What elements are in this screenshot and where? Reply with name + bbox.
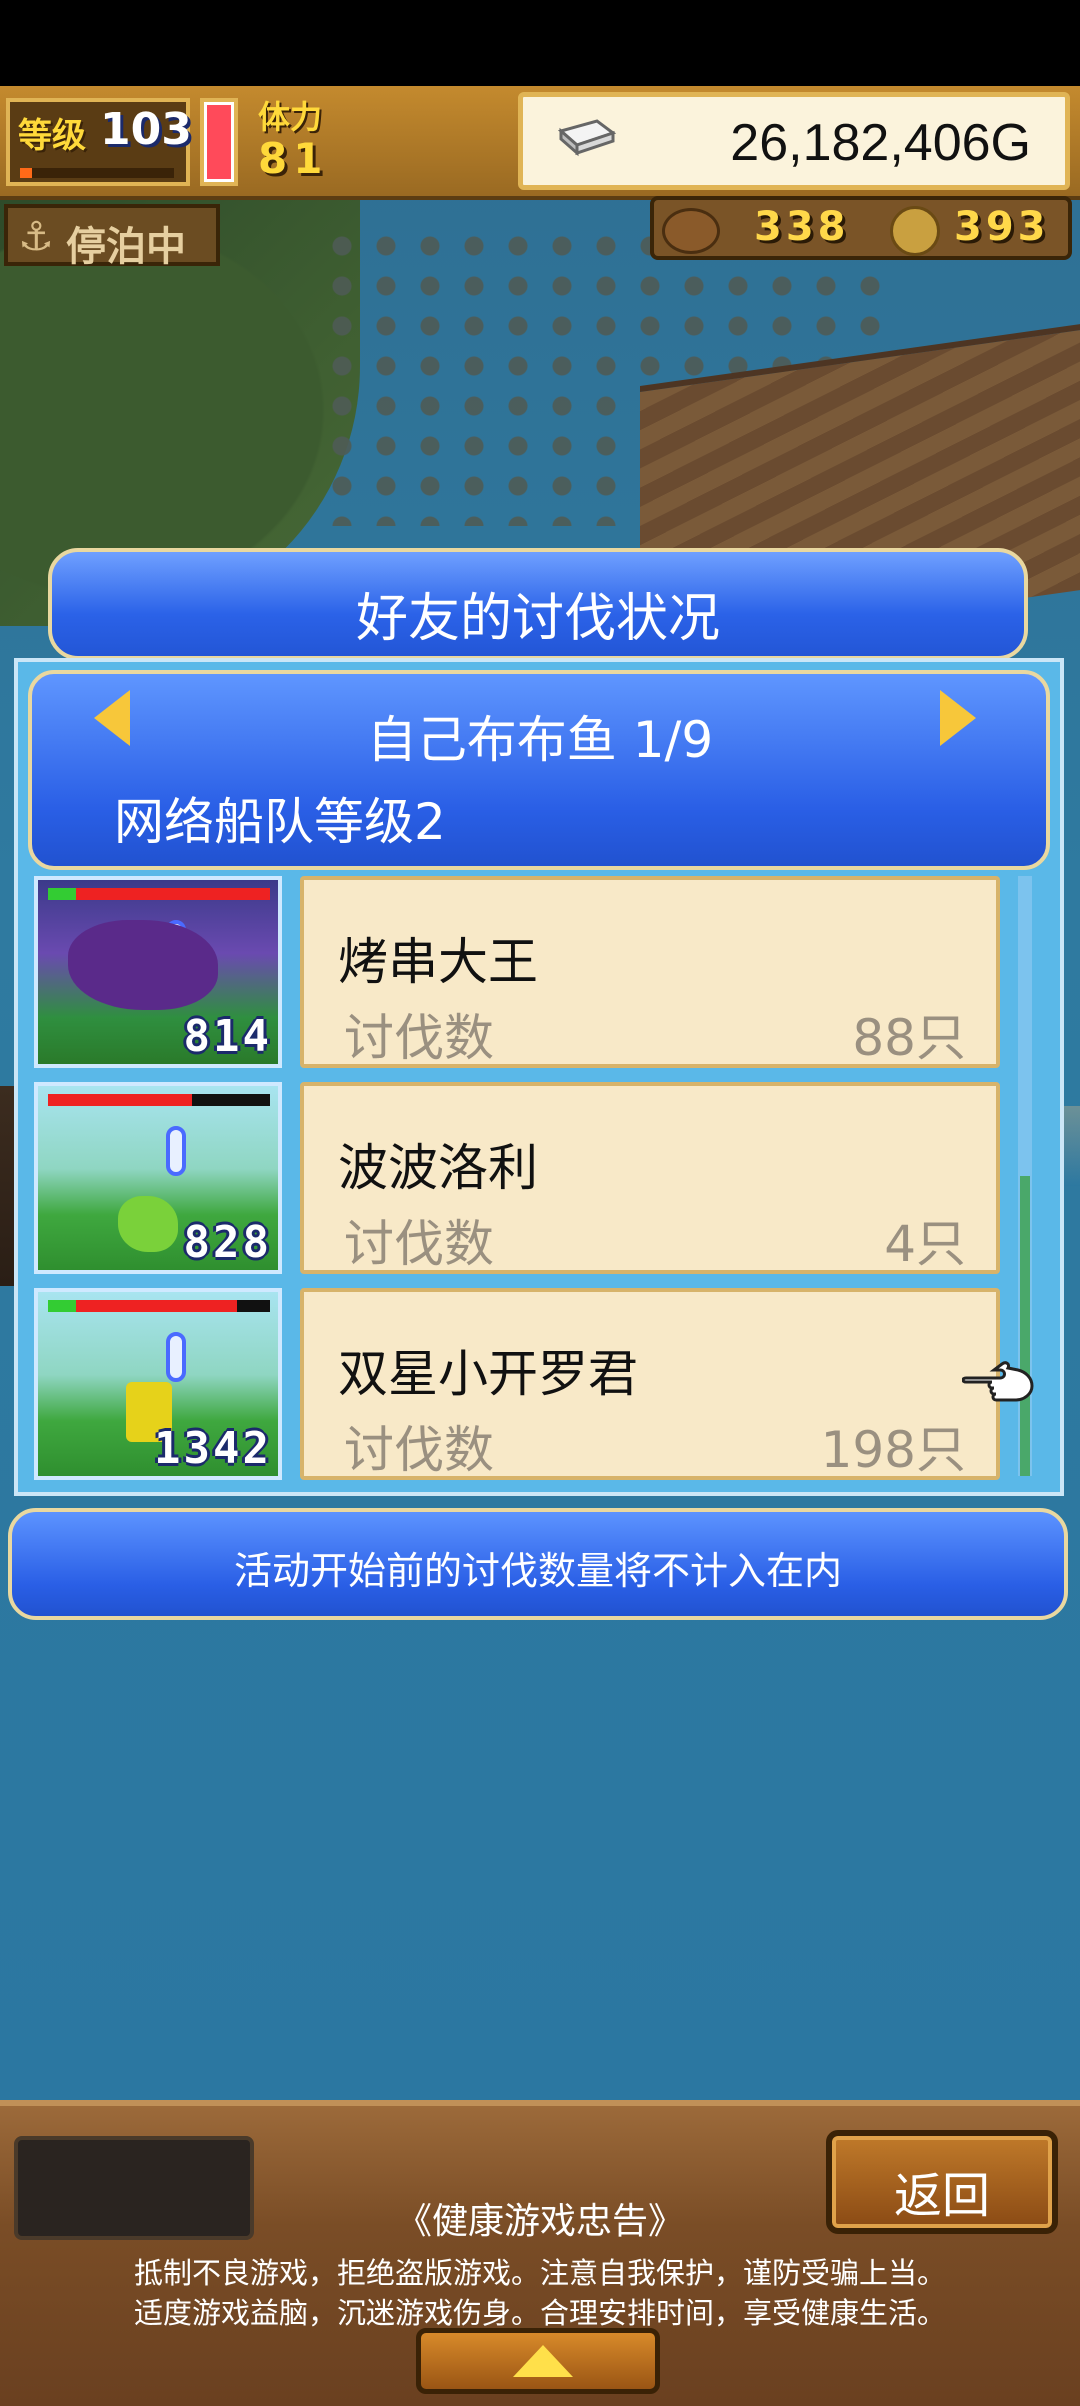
entry-name: 烤串大王 bbox=[338, 933, 538, 991]
list-item[interactable]: 828 波波洛利 讨伐数 4只 bbox=[28, 1078, 1006, 1278]
health-advice-line2: 适度游戏益脑，沉迷游戏伤身。合理安排时间，享受健康生活。 bbox=[133, 2296, 946, 2330]
fleet-level: 网络船队等级2 bbox=[114, 793, 446, 851]
top-hud: 等级 103 体力 81 26,182,406G bbox=[0, 86, 1080, 200]
list-item[interactable]: 814 烤串大王 讨伐数 88只 bbox=[28, 872, 1006, 1072]
resource1-value: 338 bbox=[754, 204, 850, 250]
status-bar bbox=[0, 0, 1080, 86]
gold-value: 26,182,406G bbox=[730, 114, 1031, 172]
expand-button[interactable] bbox=[416, 2328, 660, 2394]
monster-thumbnail: 1342 bbox=[34, 1288, 282, 1480]
level-box: 等级 103 bbox=[6, 98, 192, 186]
fish-icon bbox=[662, 208, 720, 254]
scrollbar-thumb[interactable] bbox=[1020, 1176, 1030, 1476]
arrow-up-icon bbox=[513, 2345, 573, 2377]
bottom-bar: 返回 《健康游戏忠告》 抵制不良游戏，拒绝盗版游戏。注意自我保护，谨防受骗上当。… bbox=[0, 2100, 1080, 2406]
stamina-value: 81 bbox=[258, 134, 329, 183]
count-value: 88只 bbox=[852, 1009, 966, 1067]
arrow-right-icon[interactable] bbox=[940, 690, 976, 746]
monster-thumbnail: 814 bbox=[34, 876, 282, 1068]
stamina-gauge bbox=[200, 98, 238, 186]
notice-bar: 活动开始前的讨伐数量将不计入在内 bbox=[8, 1508, 1068, 1620]
list-item[interactable]: 1342 双星小开罗君 讨伐数 198只 bbox=[28, 1284, 1006, 1484]
level-progress-bar bbox=[20, 168, 174, 178]
level-badge: 1342 bbox=[154, 1423, 272, 1474]
hp-bar bbox=[48, 1094, 270, 1106]
count-value: 4只 bbox=[884, 1215, 966, 1273]
alert-icon bbox=[166, 1332, 186, 1382]
dialog-title: 好友的讨伐状况 bbox=[355, 589, 720, 649]
count-label: 讨伐数 bbox=[344, 1215, 494, 1273]
hp-bar bbox=[48, 1300, 270, 1312]
moored-status: ⚓ 停泊中 bbox=[4, 204, 220, 270]
pointing-hand-icon bbox=[962, 1361, 1034, 1402]
coin-icon bbox=[890, 206, 940, 256]
hunt-card: 烤串大王 讨伐数 88只 bbox=[300, 876, 1000, 1068]
entry-name: 双星小开罗君 bbox=[338, 1345, 638, 1403]
monster-sprite bbox=[118, 1196, 178, 1252]
health-advice-line1: 抵制不良游戏，拒绝盗版游戏。注意自我保护，谨防受骗上当。 bbox=[133, 2256, 946, 2290]
notice-text: 活动开始前的讨伐数量将不计入在内 bbox=[233, 1549, 842, 1593]
silver-bar-icon bbox=[557, 119, 617, 157]
resource-bar[interactable]: 338 393 bbox=[650, 196, 1072, 260]
level-badge: 814 bbox=[183, 1011, 272, 1062]
resource2-value: 393 bbox=[954, 204, 1050, 250]
anchor-icon: ⚓ bbox=[18, 214, 54, 260]
dialog-title-bar: 好友的讨伐状况 bbox=[48, 548, 1028, 660]
alert-icon bbox=[166, 1126, 186, 1176]
arrow-left-icon[interactable] bbox=[94, 690, 130, 746]
stamina-label: 体力 bbox=[258, 98, 323, 136]
hunt-card: 双星小开罗君 讨伐数 198只 bbox=[300, 1288, 1000, 1480]
level-badge: 828 bbox=[183, 1217, 272, 1268]
count-value: 198只 bbox=[820, 1421, 966, 1479]
count-label: 讨伐数 bbox=[344, 1009, 494, 1067]
monster-thumbnail: 828 bbox=[34, 1082, 282, 1274]
friend-name: 自己布布鱼 1/9 bbox=[366, 711, 714, 769]
monster-sprite bbox=[68, 920, 218, 1010]
moored-label: 停泊中 bbox=[66, 224, 186, 270]
count-label: 讨伐数 bbox=[344, 1421, 494, 1479]
hp-bar bbox=[48, 888, 270, 900]
level-value: 103 bbox=[100, 104, 192, 155]
level-label: 等级 bbox=[18, 116, 86, 156]
hunt-card: 波波洛利 讨伐数 4只 bbox=[300, 1082, 1000, 1274]
entry-name: 波波洛利 bbox=[338, 1139, 538, 1197]
gold-box[interactable]: 26,182,406G bbox=[518, 92, 1070, 190]
health-advice-title: 《健康游戏忠告》 bbox=[395, 2201, 684, 2242]
